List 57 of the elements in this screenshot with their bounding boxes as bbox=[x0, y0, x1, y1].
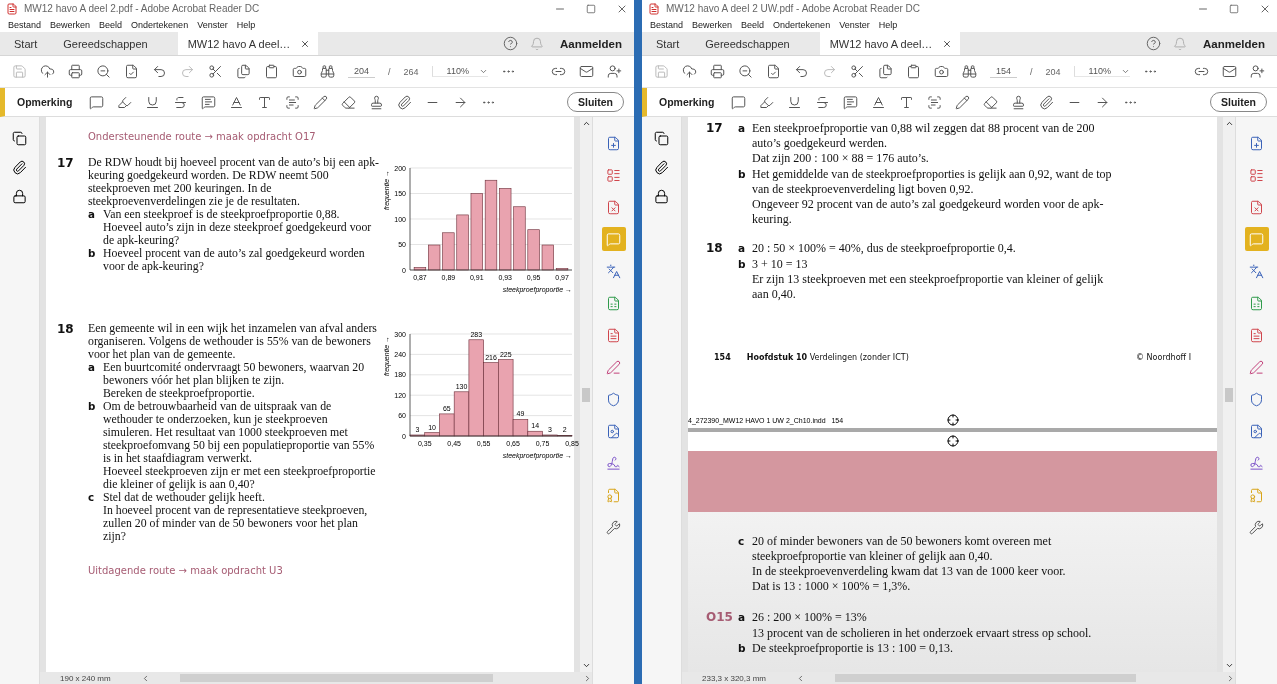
question-text: 3 + 10 = 13 bbox=[752, 256, 809, 272]
question-text: steekproefproportie van kleiner of gelijk aan 0,40. bbox=[752, 548, 994, 564]
question-text: De RDW houdt bij hoeveel procent van de auto’s bij een apk-keuring goedgekeurd worden. De RDW neemt 500 steekproeven met 200 keuringen. In de steekproevenverdelingen zie je de resultaten. bbox=[88, 156, 380, 208]
question-text: Dat zijn 200 : 100 × 88 = 176 auto’s. bbox=[752, 151, 930, 167]
page-size: 233,3 x 320,3 mm bbox=[702, 673, 767, 683]
question-text: Een buurtcomité ondervraagt 50 bewoners, waarvan 20 bewoners vóór het plan blijken te zijn. bbox=[103, 361, 366, 387]
question-text: Ongeveer 92 procent van de auto’s zal goedgekeurd worden voor de apk-keuring. bbox=[752, 197, 1105, 228]
question-text: Hoeveel steekproeven zijn er met een steekproefproportie die kleiner of gelijk is aan 0,40? bbox=[103, 465, 377, 491]
part-label: b bbox=[88, 247, 97, 261]
part-label: b bbox=[738, 166, 747, 182]
part-label: c bbox=[88, 491, 96, 505]
chapter-title: Hoofdstuk 10 Verdelingen (zonder ICT) bbox=[746, 352, 909, 362]
question-text: Het gemiddelde van de steekproefproporties is gelijk aan 0,92, want de top van de steekproevenverdeling ligt boven 0,92. bbox=[752, 166, 1113, 197]
exercise-number: 17 bbox=[57, 156, 75, 172]
question-text: 20 : 50 × 100% = 40%, dus de steekproefproportie 0,4. bbox=[752, 241, 1017, 257]
answer-number: 18 bbox=[706, 241, 724, 256]
page-separator: / bbox=[1030, 66, 1033, 77]
question-text: Een gemeente wil in een wijk het inzamelen van afval anders organiseren. Volgens de wethouder is 55% van de bewoners voor het plan van de gemeente. bbox=[88, 322, 378, 361]
answer-number: O15 bbox=[706, 610, 734, 625]
route-heading: Uitdagende route → maak opdracht U3 bbox=[87, 565, 284, 576]
part-label: b bbox=[88, 400, 97, 414]
part-label: a bbox=[738, 121, 747, 136]
question-text: Dat is 13 : 1000 × 100% = 1,3%. bbox=[752, 579, 912, 595]
question-text: De steekproefproportie is 13 : 100 = 0,13. bbox=[752, 640, 955, 656]
question-text: Om de betrouwbaarheid van de uitspraak van de wethouder te onderzoeken, kun je steekproeven simuleren. Het resultaat van 1000 steekproeven met steekproefomvang 50 bij een populatieproportie van 55% is in het staafdiagram verwerkt. bbox=[103, 400, 376, 465]
page-total: 204 bbox=[1045, 66, 1061, 77]
answer-number: 17 bbox=[706, 121, 724, 135]
part-label: a bbox=[88, 361, 96, 375]
window-title: MW12 havo A deel 2 UW.pdf - Adobe Acrobat Reader DC bbox=[666, 3, 922, 14]
page-separator: / bbox=[388, 66, 391, 77]
question-text: 13 procent van de scholieren in het onderzoek ervaart stress op school. bbox=[752, 625, 1093, 641]
part-label: c bbox=[738, 533, 746, 549]
route-heading: Ondersteunende route → maak opdracht O17 bbox=[87, 131, 317, 142]
question-text: In de steekproevenverdeling kwam dat 13 van de 1000 keer voor. bbox=[752, 563, 1067, 580]
question-text: 26 : 200 × 100% = 13% bbox=[752, 610, 868, 626]
question-text: Een steekproefproportie van 0,88 wil zeggen dat 88 procent van de 200 auto’s goedgekeurd werden. bbox=[752, 121, 1096, 152]
part-label: b bbox=[738, 640, 747, 656]
question-text: Bereken de steekproefproportie. bbox=[103, 387, 256, 400]
window-title: MW12 havo A deel 2.pdf - Adobe Acrobat Reader DC bbox=[24, 3, 261, 14]
question-text: 20 of minder bewoners van de 50 bewoners komt overeen met bbox=[752, 533, 1053, 549]
question-text: Van een steekproef is de steekproefproportie 0,88. bbox=[103, 208, 341, 221]
part-label: a bbox=[88, 208, 96, 222]
question-text: Hoeveel auto’s zijn in deze steekproef goedgekeurd voor de apk-keuring? bbox=[103, 221, 373, 247]
question-text: In hoeveel procent van de representatieve steekproeven, zullen 20 of minder van de 50 bewoners voor het plan zijn? bbox=[103, 504, 369, 543]
question-text: Hoeveel procent van de auto’s zal goedgekeurd worden voor de apk-keuring? bbox=[103, 247, 366, 273]
page-total: 264 bbox=[403, 66, 419, 77]
question-text: Stel dat de wethouder gelijk heeft. bbox=[103, 491, 266, 504]
part-label: b bbox=[738, 256, 747, 272]
publisher: © Noordhoff I bbox=[1136, 352, 1191, 362]
question-text: Er zijn 13 steekproeven met een steekproefproportie van kleiner of gelijk aan 0,40. bbox=[752, 271, 1105, 303]
toolbar-title: Opmerking bbox=[17, 96, 73, 108]
part-label: a bbox=[738, 610, 747, 626]
toolbar-title: Opmerking bbox=[659, 96, 715, 108]
exercise-number: 18 bbox=[57, 322, 75, 338]
page-size: 190 x 240 mm bbox=[60, 673, 111, 683]
page-number: 154 bbox=[714, 352, 731, 362]
part-label: a bbox=[738, 241, 747, 257]
